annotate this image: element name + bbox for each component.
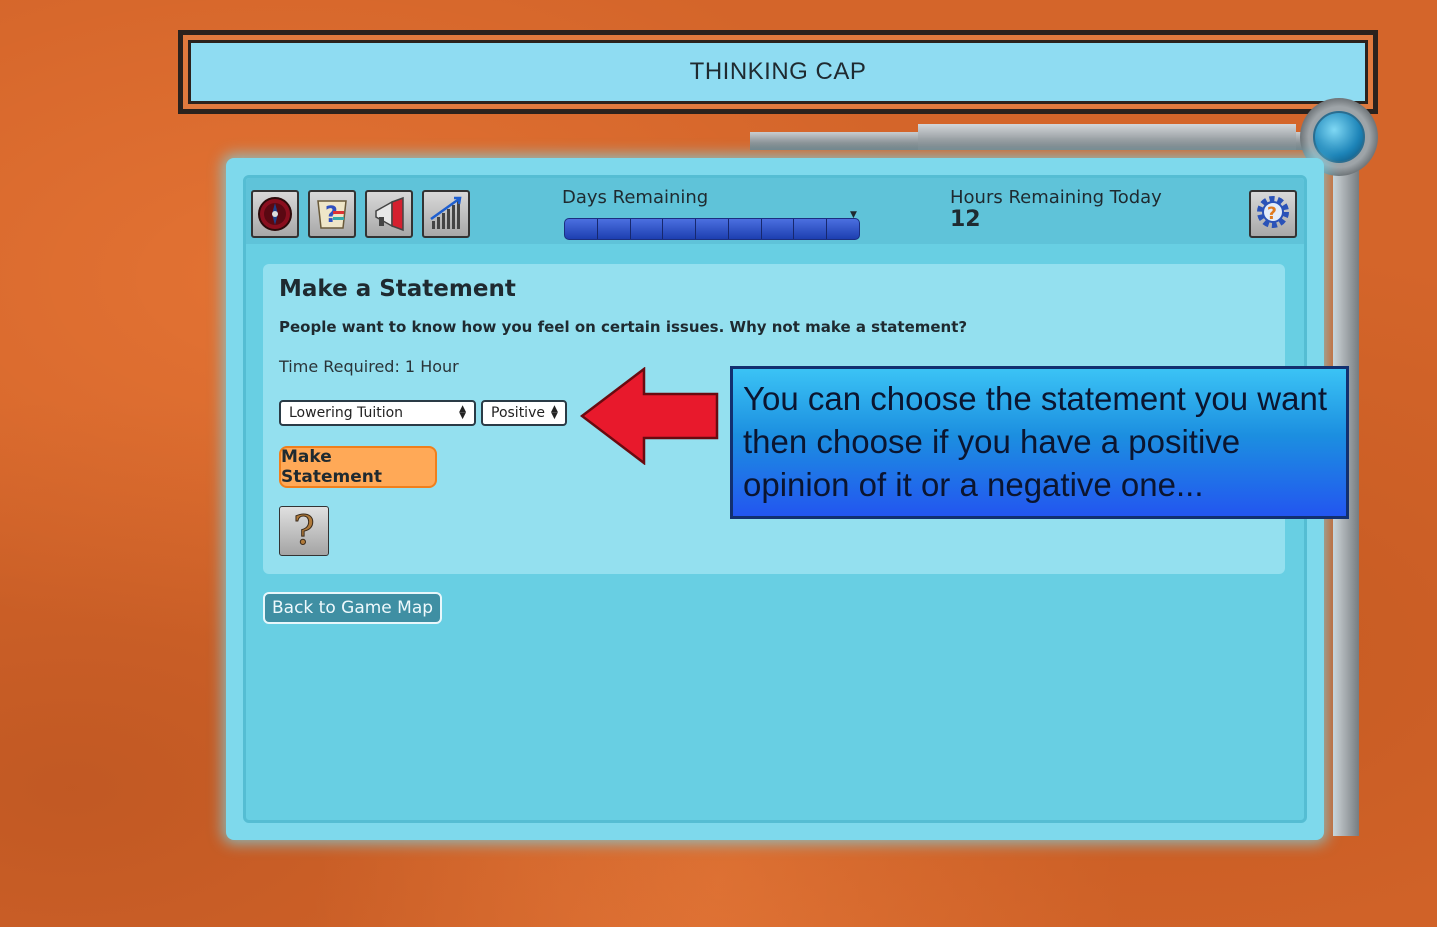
day-segment (631, 219, 664, 239)
title-inner: THINKING CAP (183, 35, 1373, 109)
time-required: Time Required: 1 Hour (279, 357, 459, 376)
days-remaining-bar (564, 218, 860, 240)
day-segment (696, 219, 729, 239)
issue-select[interactable]: Lowering Tuition ▲ ▼ (279, 400, 476, 426)
gear-help-icon: ? (1253, 192, 1293, 236)
compass-icon[interactable] (251, 190, 299, 238)
statement-description: People want to know how you feel on cert… (279, 318, 968, 336)
hours-remaining-label: Hours Remaining Today (950, 187, 1162, 208)
day-segment (598, 219, 631, 239)
svg-text:?: ? (325, 203, 338, 228)
day-segment (827, 219, 859, 239)
make-statement-button[interactable]: Make Statement (279, 446, 437, 488)
settings-button[interactable]: ? (1249, 190, 1297, 238)
opinion-select[interactable]: Positive ▲ ▼ (481, 400, 567, 426)
help-button[interactable]: ? (279, 506, 329, 556)
days-marker-icon: ▼ (850, 210, 857, 220)
megaphone-icon[interactable] (365, 190, 413, 238)
day-segment (565, 219, 598, 239)
page-title: Make a Statement (279, 276, 516, 302)
title-frame: THINKING CAP (178, 30, 1378, 114)
days-remaining-label: Days Remaining (562, 187, 709, 208)
question-mark-icon: ? (293, 508, 315, 555)
quiz-map-icon[interactable]: ? (308, 190, 356, 238)
svg-text:?: ? (1267, 204, 1277, 224)
day-segment (663, 219, 697, 239)
pointer-arrow-icon (580, 367, 719, 465)
back-to-game-map-button[interactable]: Back to Game Map (263, 592, 443, 624)
tutorial-callout: You can choose the statement you want th… (730, 366, 1349, 519)
day-segment (729, 219, 762, 239)
select-arrows-icon: ▲ ▼ (550, 404, 558, 421)
day-segment (794, 219, 828, 239)
decor-pipe-horizontal-upper (918, 124, 1296, 150)
select-arrows-icon: ▲ ▼ (459, 404, 466, 421)
app-title: THINKING CAP (191, 43, 1365, 101)
hours-remaining-value: 12 (950, 207, 981, 232)
status-bar: ? Days Remaining ▼ Hours Remaining Today… (246, 178, 1304, 244)
day-segment (762, 219, 795, 239)
issue-select-value: Lowering Tuition (289, 405, 404, 421)
opinion-select-value: Positive (491, 405, 545, 421)
poll-chart-icon[interactable] (422, 190, 470, 238)
